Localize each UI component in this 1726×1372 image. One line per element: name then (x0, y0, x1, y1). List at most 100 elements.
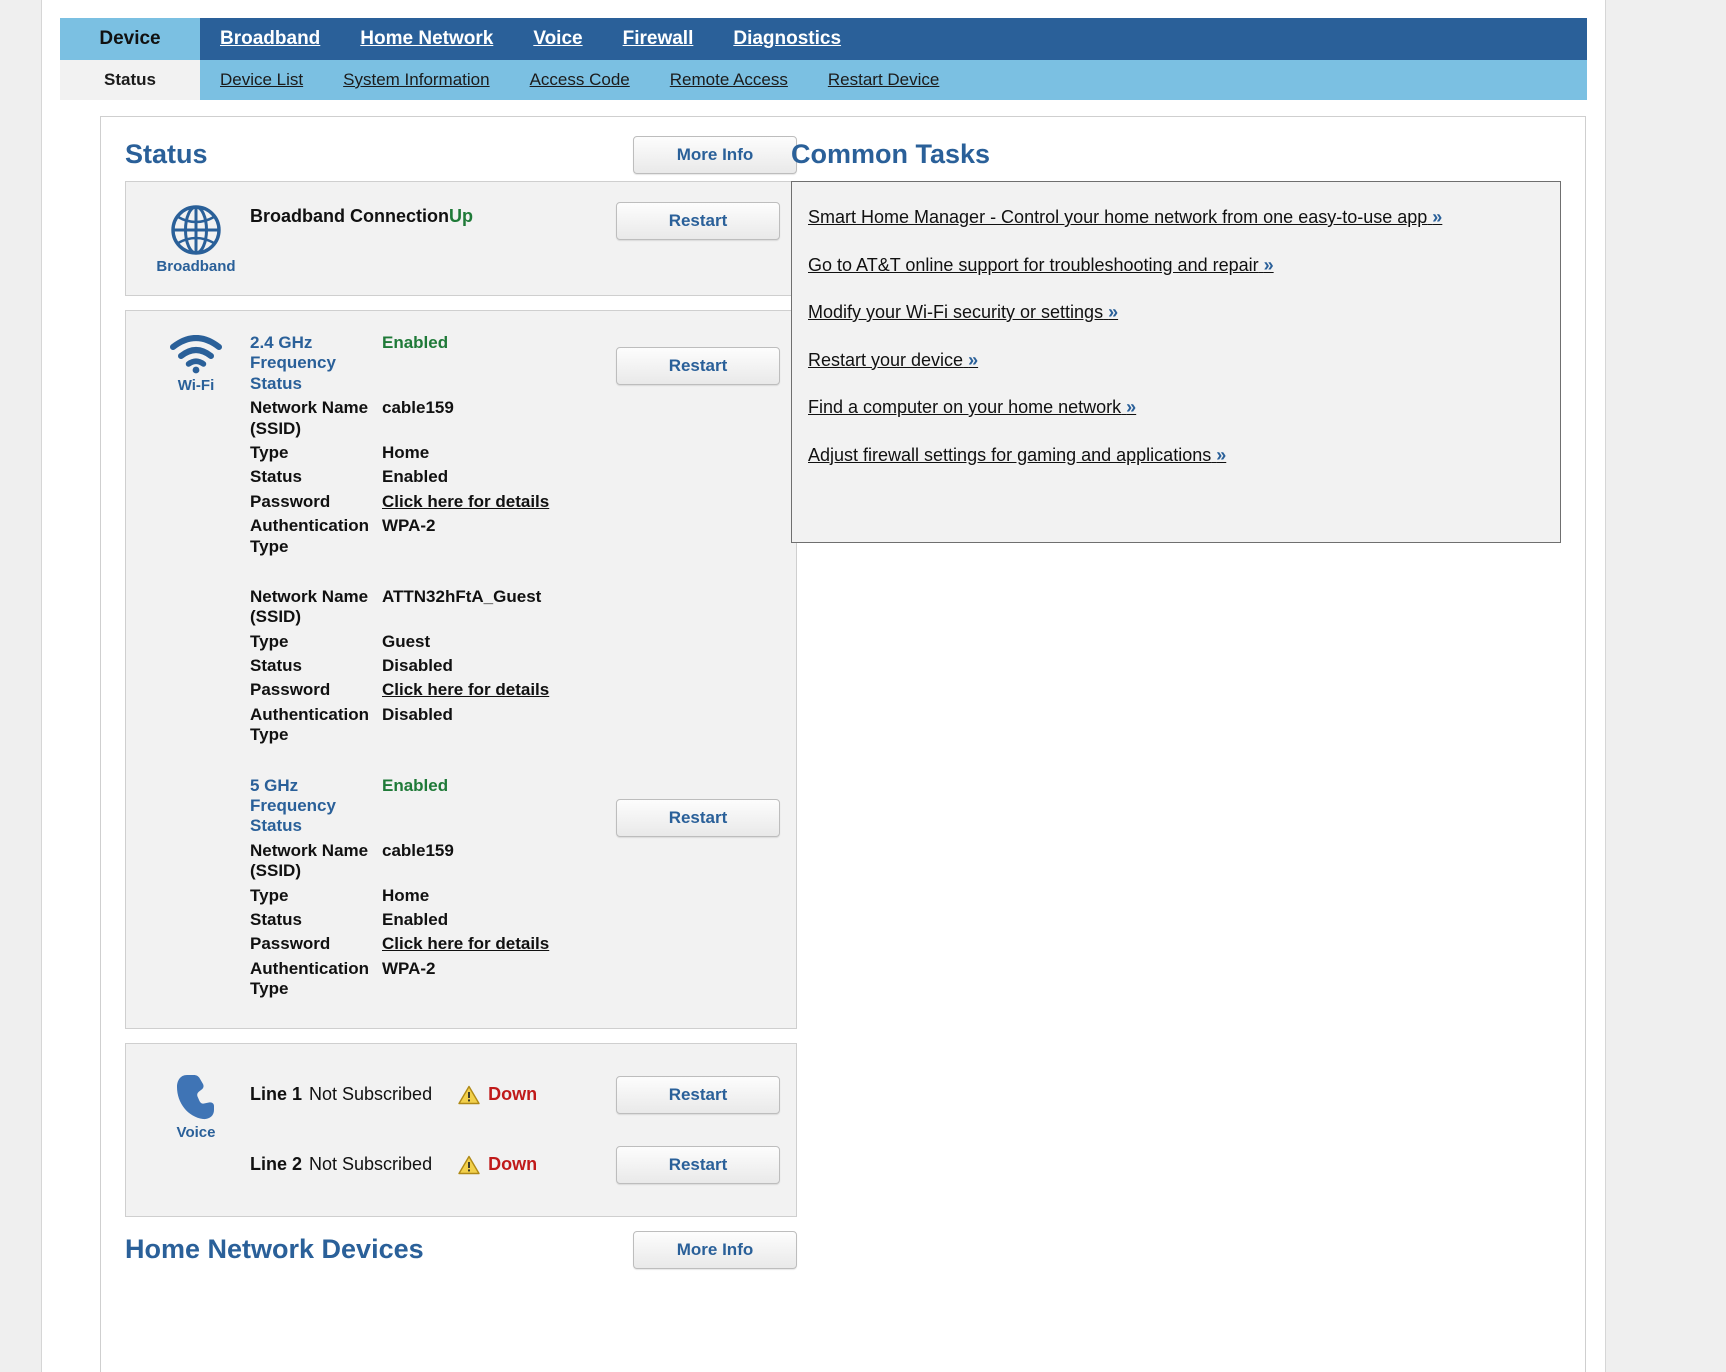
task-link-restart-device[interactable]: Restart your device » (808, 349, 1538, 372)
voice-line-2-state: Down (488, 1154, 538, 1175)
wifi-24-home-type-value: Home (382, 442, 430, 462)
home-network-devices-title: Home Network Devices (125, 1233, 424, 1264)
wifi-5-home-auth-value: WPA-2 (382, 958, 436, 978)
nav-tab-device[interactable]: Device (60, 18, 200, 60)
wifi-5-home-type-value: Home (382, 885, 430, 905)
nav-subtab-device-list[interactable]: Device List (200, 60, 323, 100)
nav-tab-voice-label: Voice (533, 28, 583, 49)
nav-subtab-access-code[interactable]: Access Code (510, 60, 650, 100)
warning-icon (458, 1155, 480, 1175)
nav-subtab-system-information-label: System Information (343, 70, 490, 89)
task-link-modify-wifi-security[interactable]: Modify your Wi-Fi security or settings » (808, 301, 1538, 324)
wifi-icon-group: Wi-Fi (142, 331, 250, 394)
globe-icon (170, 204, 222, 256)
wifi-24-home-status-label: Status (250, 467, 302, 487)
nav-tab-broadband[interactable]: Broadband (200, 18, 340, 60)
voice-line-1-state: Down (488, 1084, 538, 1105)
wifi-5-home-type-label: Type (250, 885, 289, 905)
task-link-adjust-firewall[interactable]: Adjust firewall settings for gaming and … (808, 444, 1538, 467)
voice-line-1-label: Line 1 (250, 1084, 303, 1105)
wifi-kv-grid: 2.4 GHz Frequency Status Enabled Network… (250, 331, 602, 1002)
wifi-5-restart-button[interactable]: Restart (616, 799, 780, 837)
wifi-panel: Wi-Fi 2.4 GHz Frequency Status Enabled N… (125, 310, 797, 1029)
nav-subtab-status[interactable]: Status (60, 60, 200, 100)
wifi-24-guest-ssid-label: Network Name (SSID) (250, 586, 369, 627)
voice-line-1-restart-button[interactable]: Restart (616, 1075, 780, 1114)
chevron-right-icon: » (968, 349, 979, 370)
wifi-5-home-ssid-label: Network Name (SSID) (250, 840, 369, 881)
wifi-5-frequency-value: Enabled (382, 775, 449, 795)
task-link-find-computer[interactable]: Find a computer on your home network » (808, 396, 1538, 419)
broadband-icon-group: Broadband (142, 200, 250, 275)
task-link-smart-home-manager-label: Smart Home Manager - Control your home n… (808, 207, 1428, 227)
nav-subtab-restart-device[interactable]: Restart Device (808, 60, 959, 100)
wifi-5-frequency-label: 5 GHz Frequency Status (250, 775, 336, 836)
task-link-smart-home-manager[interactable]: Smart Home Manager - Control your home n… (808, 206, 1538, 229)
wifi-24-home-ssid-label: Network Name (SSID) (250, 398, 369, 438)
wifi-24-guest-ssid-value: ATTN32hFtA_Guest (382, 586, 542, 606)
wifi-5-home-status-value: Enabled (382, 909, 449, 929)
common-tasks-box: Smart Home Manager - Control your home n… (791, 181, 1561, 543)
chevron-right-icon: » (1432, 207, 1443, 227)
wifi-24-guest-type-value: Guest (382, 631, 431, 651)
nav-subtab-restart-device-label: Restart Device (827, 70, 940, 89)
wifi-24-restart-button[interactable]: Restart (616, 347, 780, 385)
content-frame: Status More Info Broadband Broadband Con… (100, 116, 1586, 1372)
task-link-adjust-firewall-label: Adjust firewall settings for gaming and … (808, 444, 1212, 465)
broadband-panel: Broadband Broadband ConnectionUp Restart (125, 181, 797, 296)
nav-tab-home-network[interactable]: Home Network (340, 18, 513, 60)
wifi-24-home-password-link[interactable]: Click here for details (382, 492, 549, 511)
nav-tab-firewall-label: Firewall (622, 28, 694, 49)
voice-line-row-1: Line 1 Not Subscribed Down Restart (250, 1060, 780, 1130)
nav-tab-broadband-label: Broadband (220, 28, 321, 49)
nav-tab-device-label: Device (99, 28, 161, 49)
wifi-24-home-auth-value: WPA-2 (382, 516, 436, 536)
wifi-24-home-status-value: Enabled (382, 467, 449, 487)
voice-line-2-label: Line 2 (250, 1154, 303, 1175)
voice-line-2-restart-button[interactable]: Restart (616, 1145, 780, 1184)
chevron-right-icon: » (1108, 302, 1119, 322)
nav-subtab-remote-access[interactable]: Remote Access (650, 60, 808, 100)
wifi-24-guest-type-label: Type (250, 631, 289, 651)
nav-tab-diagnostics-label: Diagnostics (733, 28, 842, 49)
wifi-24-home-password-label: Password (250, 491, 331, 511)
nav-subtab-access-code-label: Access Code (529, 70, 630, 89)
chevron-right-icon: » (1126, 397, 1137, 417)
chevron-right-icon: » (1216, 444, 1227, 465)
wifi-24-frequency-value: Enabled (382, 333, 449, 352)
nav-tab-voice[interactable]: Voice (513, 18, 602, 60)
status-header: Status More Info (125, 129, 797, 181)
voice-icon-group: Voice (142, 1060, 250, 1141)
common-tasks-title: Common Tasks (791, 139, 991, 170)
task-link-restart-device-label: Restart your device (808, 349, 964, 370)
nav-subtab-system-information[interactable]: System Information (323, 60, 509, 100)
right-gutter (1605, 0, 1726, 1372)
wifi-24-guest-status-label: Status (250, 656, 302, 676)
wifi-icon-label: Wi-Fi (177, 377, 215, 394)
chevron-right-icon: » (1263, 254, 1274, 275)
voice-icon-label: Voice (176, 1123, 216, 1141)
status-more-info-button[interactable]: More Info (633, 136, 797, 174)
task-link-modify-wifi-security-label: Modify your Wi-Fi security or settings (808, 302, 1104, 322)
nav-tab-firewall[interactable]: Firewall (603, 18, 714, 60)
nav-subtab-remote-access-label: Remote Access (669, 70, 788, 89)
task-link-att-online-support[interactable]: Go to AT&T online support for troublesho… (808, 254, 1538, 277)
broadband-connection-label: Broadband Connection (250, 206, 449, 226)
primary-nav: Device Broadband Home Network Voice Fire… (60, 18, 1587, 60)
broadband-restart-button[interactable]: Restart (616, 202, 780, 240)
wifi-5-home-password-label: Password (250, 934, 331, 954)
wifi-5-home-status-label: Status (250, 909, 302, 929)
phone-icon (174, 1072, 218, 1122)
wifi-5-home-password-link[interactable]: Click here for details (382, 934, 549, 953)
nav-tab-diagnostics[interactable]: Diagnostics (713, 18, 861, 60)
nav-tab-home-network-label: Home Network (360, 28, 494, 49)
secondary-nav: Status Device List System Information Ac… (60, 60, 1587, 100)
task-link-att-online-support-label: Go to AT&T online support for troublesho… (808, 254, 1259, 275)
wifi-5-home-ssid-value: cable159 (382, 840, 454, 860)
wifi-kv-spacer-1 (250, 559, 602, 585)
voice-line-row-2: Line 2 Not Subscribed Down Restart (250, 1130, 780, 1200)
wifi-24-guest-password-link[interactable]: Click here for details (382, 680, 549, 699)
wifi-24-home-ssid-value: cable159 (382, 398, 454, 418)
home-network-devices-more-info-button[interactable]: More Info (633, 1230, 797, 1269)
common-tasks-header: Common Tasks (791, 129, 1561, 181)
